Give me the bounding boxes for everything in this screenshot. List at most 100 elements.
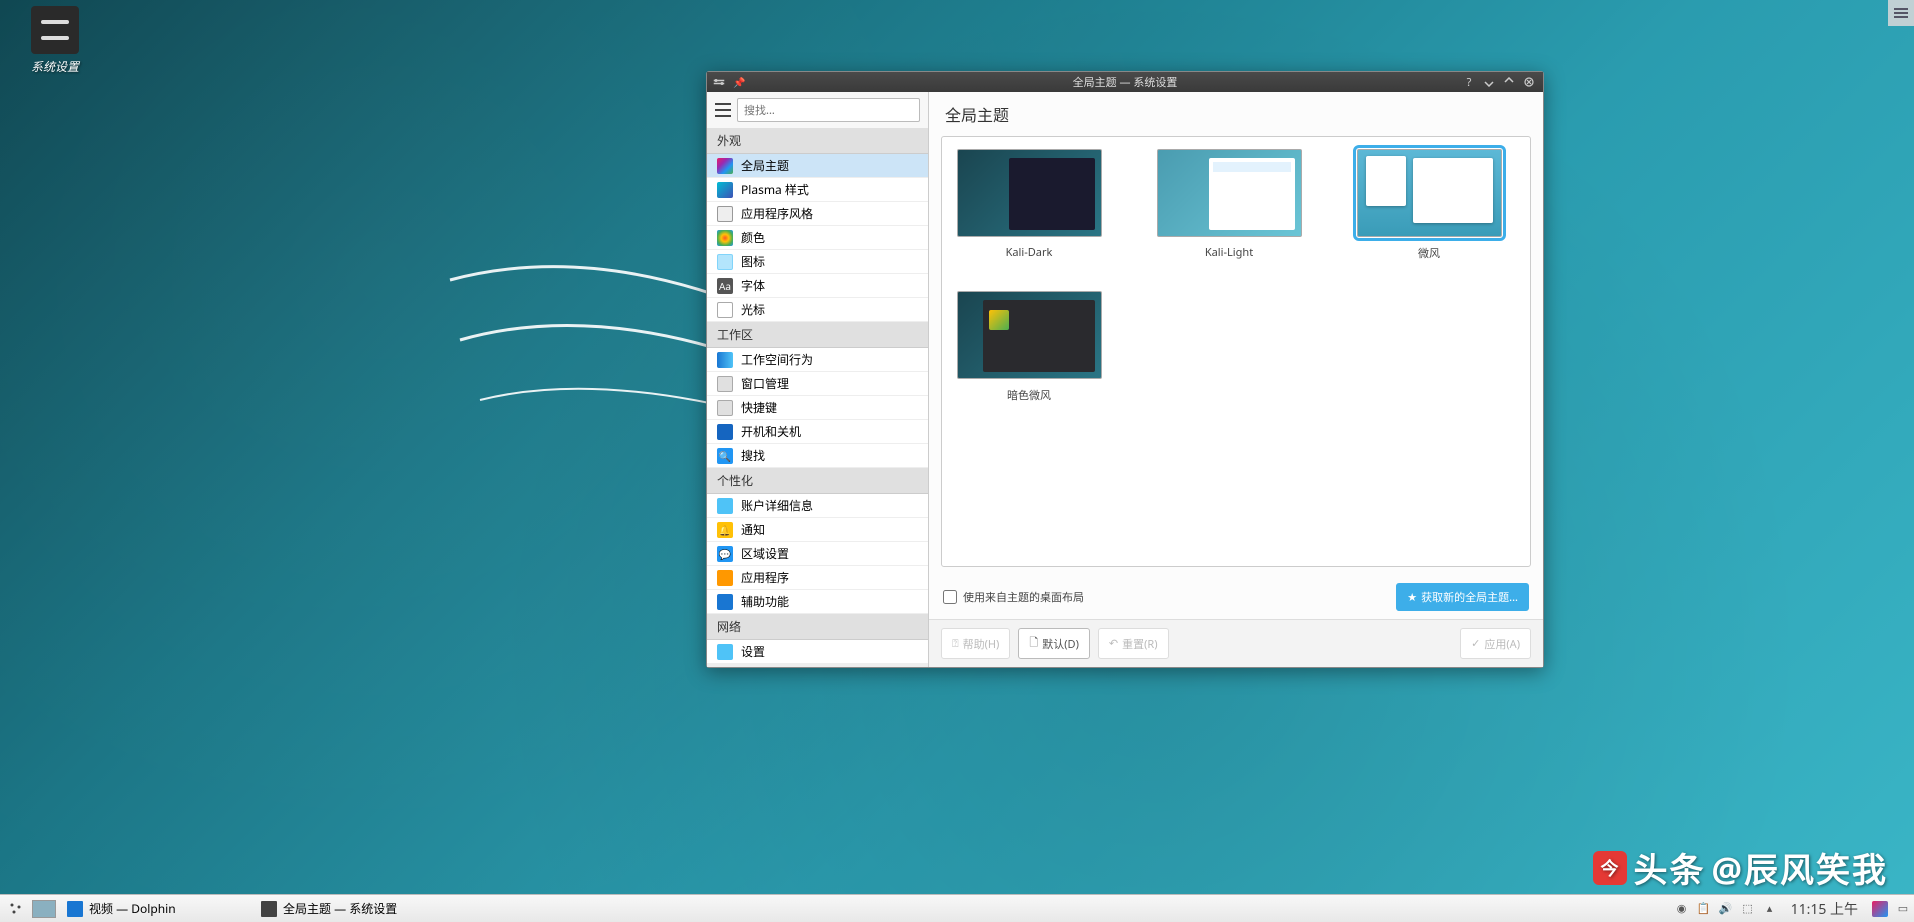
colors-icon: [717, 230, 733, 246]
access-icon: [717, 594, 733, 610]
net-icon: [717, 644, 733, 660]
theme-label: Kali-Dark: [954, 245, 1104, 260]
system-tray: ◉ 📋 🔊 ⬚ ▴ 11:15 上午 ▭: [1675, 899, 1910, 919]
notify-icon: 🔔: [717, 522, 733, 538]
help-icon: ⍰: [952, 636, 959, 651]
minimize-button[interactable]: [1481, 74, 1497, 90]
volume-icon[interactable]: 🔊: [1719, 902, 1733, 916]
sidebar-section-header: 网络: [707, 614, 928, 640]
sidebar-item[interactable]: 窗口管理: [707, 372, 928, 396]
sidebar-list[interactable]: 外观全局主题 Plasma 样式应用程序风格颜色图标 Aa字体 ↖ 光标工作区工作空间行…: [707, 128, 928, 667]
sidebar-item[interactable]: Aa字体: [707, 274, 928, 298]
sidebar-item[interactable]: 🔔通知: [707, 518, 928, 542]
notifications-icon[interactable]: [1872, 901, 1888, 917]
clipboard-icon[interactable]: 📋: [1697, 902, 1711, 916]
shortcut-icon: [717, 400, 733, 416]
pin-icon[interactable]: 📌: [733, 75, 745, 89]
icons-icon: [717, 254, 733, 270]
sidebar: 外观全局主题 Plasma 样式应用程序风格颜色图标 Aa字体 ↖ 光标工作区工作空间行…: [707, 92, 929, 667]
cursor-icon: ↖: [717, 302, 733, 318]
sidebar-item-label: Plasma 样式: [741, 181, 809, 198]
star-icon: ★: [1407, 590, 1417, 605]
sidebar-item-label: 全局主题: [741, 157, 789, 174]
sidebar-item-label: 工作空间行为: [741, 351, 813, 368]
search-icon: 🔍: [717, 448, 733, 464]
document-icon: 🗋: [1029, 634, 1038, 653]
dialog-footer: ⍰ 帮助(H) 🗋 默认(D) ↶ 重置(R) ✓ 应用(A): [929, 619, 1543, 667]
sidebar-item-label: 应用程序风格: [741, 205, 813, 222]
sidebar-item-label: 字体: [741, 277, 765, 294]
theme-card[interactable]: Kali-Dark: [954, 149, 1104, 261]
startup-icon: [717, 424, 733, 440]
theme-grid-container: Kali-Dark Kali-Light 微风暗色微风: [941, 136, 1531, 567]
sidebar-item[interactable]: 开机和关机: [707, 420, 928, 444]
undo-icon: ↶: [1109, 636, 1118, 651]
taskbar-clock[interactable]: 11:15 上午: [1791, 899, 1858, 919]
sidebar-item-label: 设置: [741, 643, 765, 660]
sidebar-item[interactable]: 设置: [707, 640, 928, 664]
hamburger-menu-icon[interactable]: [715, 103, 731, 117]
system-settings-window: 📌 全局主题 — 系统设置 ? 外观全局主题 Plasma 样式应用程序风格颜色图…: [706, 71, 1544, 668]
use-layout-checkbox[interactable]: 使用来自主题的桌面布局: [943, 589, 1084, 605]
account-icon: [717, 498, 733, 514]
sidebar-item[interactable]: 工作空间行为: [707, 348, 928, 372]
sidebar-section-header: 外观: [707, 128, 928, 154]
theme-label: Kali-Light: [1154, 245, 1304, 260]
theme-card[interactable]: Kali-Light: [1154, 149, 1304, 261]
tray-expand-icon[interactable]: ▴: [1763, 902, 1777, 916]
sidebar-item[interactable]: 应用程序风格: [707, 202, 928, 226]
sidebar-item-label: 光标: [741, 301, 765, 318]
appstyle-icon: [717, 206, 733, 222]
accessibility-icon[interactable]: ◉: [1675, 902, 1689, 916]
sidebar-section-header: 工作区: [707, 322, 928, 348]
theme-card[interactable]: 微风: [1354, 149, 1504, 261]
use-layout-checkbox-input[interactable]: [943, 590, 957, 604]
sidebar-item[interactable]: 账户详细信息: [707, 494, 928, 518]
sidebar-section-header: 个性化: [707, 468, 928, 494]
desktop-icon-system-settings[interactable]: 系统设置: [20, 6, 90, 75]
panel-edit-button[interactable]: [1888, 0, 1914, 26]
sidebar-item-label: 区域设置: [741, 545, 789, 562]
taskbar: 视频 — Dolphin 全局主题 — 系统设置 ◉ 📋 🔊 ⬚ ▴ 11:15…: [0, 894, 1914, 922]
theme-icon: [717, 158, 733, 174]
taskbar-item-label: 视频 — Dolphin: [89, 900, 176, 917]
sidebar-item[interactable]: 快捷键: [707, 396, 928, 420]
sidebar-item[interactable]: 🔍 搜找: [707, 444, 928, 468]
maximize-button[interactable]: [1501, 74, 1517, 90]
taskbar-item-label: 全局主题 — 系统设置: [283, 900, 397, 917]
reset-button[interactable]: ↶ 重置(R): [1098, 628, 1169, 659]
default-button[interactable]: 🗋 默认(D): [1018, 628, 1090, 659]
sidebar-item[interactable]: 应用程序: [707, 566, 928, 590]
help-button-footer[interactable]: ⍰ 帮助(H): [941, 628, 1010, 659]
sidebar-item[interactable]: ↖ 光标: [707, 298, 928, 322]
help-button[interactable]: ?: [1461, 74, 1477, 90]
show-desktop-icon[interactable]: ▭: [1896, 902, 1910, 916]
sidebar-item[interactable]: 辅助功能: [707, 590, 928, 614]
virtual-desktop-pager[interactable]: [32, 900, 56, 918]
sidebar-item-label: 应用程序: [741, 569, 789, 586]
workbeh-icon: [717, 352, 733, 368]
theme-card[interactable]: 暗色微风: [954, 291, 1104, 403]
windowmgmt-icon: [717, 376, 733, 392]
titlebar[interactable]: 📌 全局主题 — 系统设置 ?: [707, 72, 1543, 92]
taskbar-item-settings[interactable]: 全局主题 — 系统设置: [254, 896, 444, 921]
network-icon[interactable]: ⬚: [1741, 902, 1755, 916]
sidebar-item-label: 图标: [741, 253, 765, 270]
window-title: 全局主题 — 系统设置: [1073, 74, 1178, 90]
settings-icon: [261, 901, 277, 917]
start-menu-button[interactable]: [4, 898, 28, 920]
taskbar-item-dolphin[interactable]: 视频 — Dolphin: [60, 896, 250, 921]
main-content: 全局主题 Kali-DarkKali-Light微风暗色微风 使用来自主题的桌面…: [929, 92, 1543, 667]
apply-button[interactable]: ✓ 应用(A): [1460, 628, 1531, 659]
theme-thumbnail: [957, 291, 1102, 379]
get-new-themes-button[interactable]: ★ 获取新的全局主题...: [1396, 583, 1529, 611]
sidebar-item[interactable]: 💬区域设置: [707, 542, 928, 566]
sidebar-item[interactable]: 颜色: [707, 226, 928, 250]
close-button[interactable]: [1521, 74, 1537, 90]
sidebar-item-label: 搜找: [741, 447, 765, 464]
sidebar-item[interactable]: Plasma 样式: [707, 178, 928, 202]
sidebar-item[interactable]: 图标: [707, 250, 928, 274]
sidebar-item-label: 开机和关机: [741, 423, 801, 440]
sidebar-item[interactable]: 全局主题: [707, 154, 928, 178]
search-input[interactable]: [737, 98, 920, 122]
